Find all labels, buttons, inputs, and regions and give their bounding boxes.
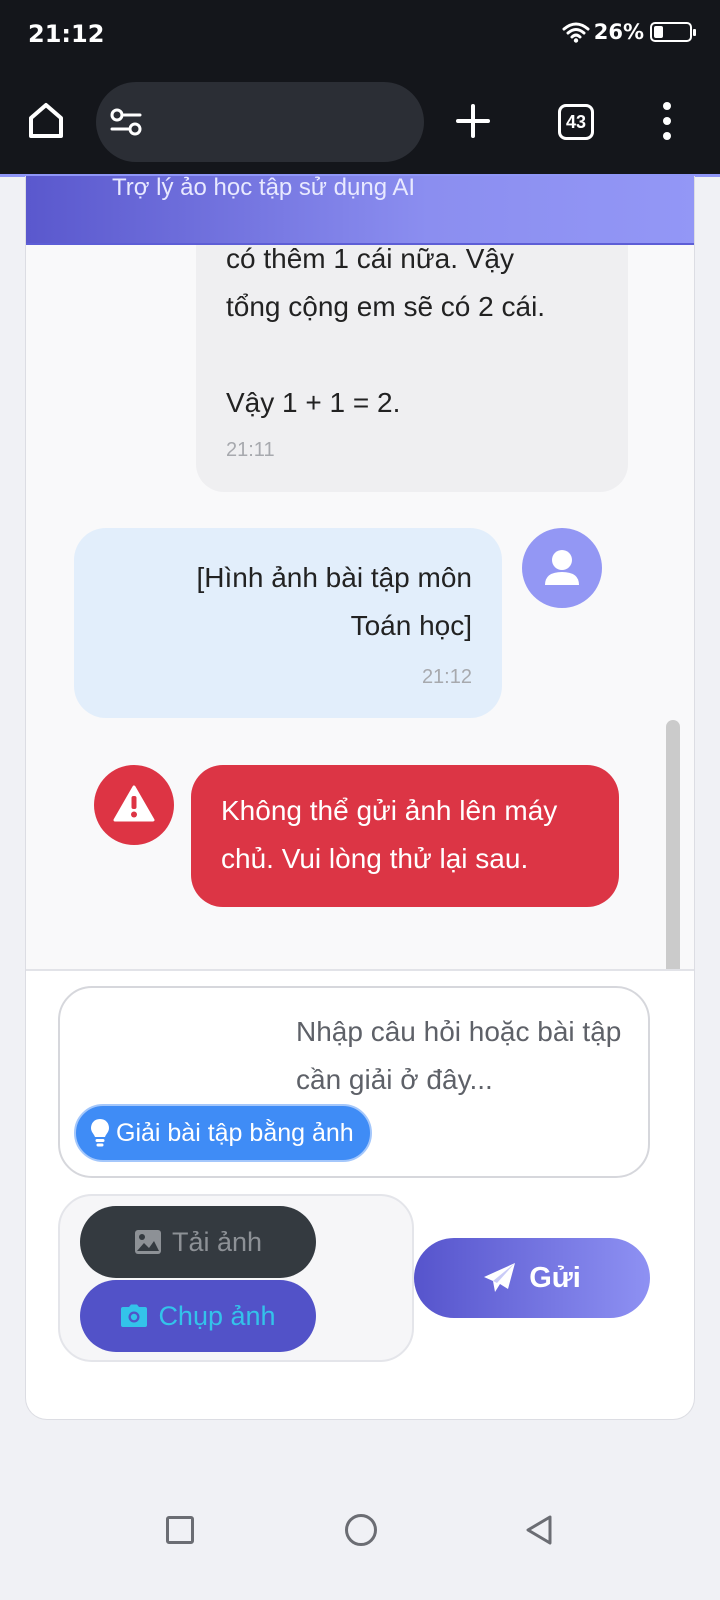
send-button[interactable]: Gửi [414,1238,650,1318]
battery-percent: 26% [593,20,644,44]
browser-chrome: 21:12 26% 43 [0,0,720,177]
tune-icon[interactable] [110,108,142,136]
system-navbar [0,1490,720,1600]
question-placeholder[interactable]: Nhập câu hỏi hoặc bài tập cần giải ở đây… [296,1008,626,1104]
battery-level [654,26,663,38]
take-photo-button[interactable]: Chụp ảnh [80,1280,316,1352]
battery-icon [650,22,696,42]
message-time: 21:12 [421,666,472,688]
app-subtitle: Trợ lý ảo học tập sử dụng AI [112,176,416,201]
chat-app: có thêm 1 cái nữa. Vậy tổng cộng em sẽ c… [25,176,695,1420]
message-line: có thêm 1 cái nữa. Vậy [226,245,514,274]
error-message: Không thể gửi ảnh lên máy chủ. Vui lòng … [191,765,619,907]
back-icon[interactable] [524,1514,554,1546]
status-icons: 26% [562,20,696,44]
user-message: [Hình ảnh bài tập môn Toán học] 21:12 [74,528,502,718]
message-line: tổng cộng em sẽ có 2 cái. [226,291,546,322]
more-vert-icon[interactable] [660,102,674,140]
recents-icon[interactable] [166,1516,194,1544]
message-line: Vậy 1 + 1 = 2. [226,387,401,418]
ai-message: có thêm 1 cái nữa. Vậy tổng cộng em sẽ c… [196,245,628,492]
photo-solve-label: Giải bài tập bằng ảnh [116,1119,354,1147]
chat-messages[interactable]: có thêm 1 cái nữa. Vậy tổng cộng em sẽ c… [26,245,694,971]
wifi-icon [562,22,590,43]
scrollbar[interactable] [666,720,680,969]
take-photo-label: Chụp ảnh [158,1300,276,1331]
message-time: 21:11 [226,439,275,461]
camera-icon [121,1304,148,1327]
plus-icon[interactable] [456,104,490,138]
upload-image-label: Tải ảnh [171,1226,263,1257]
image-icon [134,1230,161,1254]
home-icon[interactable] [26,100,66,140]
avatar [522,528,602,608]
photo-solve-button[interactable]: Giải bài tập bằng ảnh [74,1104,372,1162]
upload-image-button[interactable]: Tải ảnh [80,1206,316,1278]
circle-home-icon[interactable] [345,1514,377,1546]
message-line: Toán học] [350,610,472,641]
tab-count-button[interactable]: 43 [558,104,594,140]
status-time: 21:12 [28,20,105,48]
paper-plane-icon [484,1263,516,1292]
message-line: [Hình ảnh bài tập môn [196,562,472,593]
question-input[interactable]: Nhập câu hỏi hoặc bài tập cần giải ở đây… [58,986,650,1178]
error-avatar [94,765,174,845]
send-label: Gửi [529,1261,581,1294]
warning-icon [113,785,155,822]
user-icon [545,550,579,585]
image-actions: Tải ảnh Chụp ảnh [58,1194,414,1362]
message-line [226,331,598,379]
app-header: Trợ lý ảo học tập sử dụng AI [26,176,694,245]
lightbulb-icon [91,1119,109,1147]
address-bar[interactable] [96,82,424,162]
